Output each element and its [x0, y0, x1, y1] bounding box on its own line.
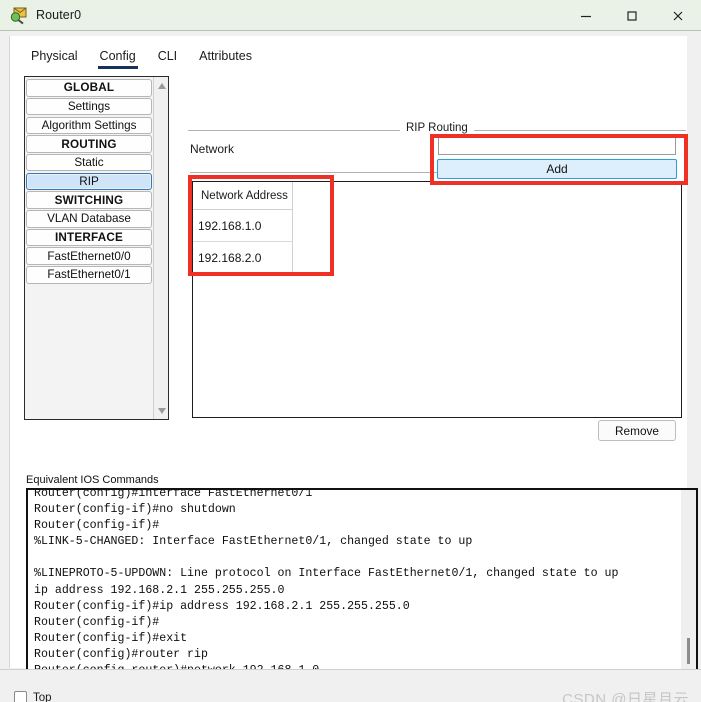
ios-console-scroll-thumb[interactable]	[687, 638, 690, 664]
sidebar-item-fastethernet0-0[interactable]: FastEthernet0/0	[26, 247, 152, 265]
close-icon[interactable]	[655, 0, 701, 31]
ios-line: Router(config)#interface FastEthernet0/1	[34, 488, 313, 500]
add-button-label: Add	[546, 162, 568, 176]
rip-routing-title: RIP Routing	[400, 122, 474, 134]
ios-line: Router(config-if)#ip address 192.168.2.1…	[34, 599, 410, 613]
tab-attributes[interactable]: Attributes	[188, 47, 263, 70]
remove-button-label: Remove	[615, 423, 659, 438]
top-checkbox-label: Top	[33, 691, 52, 702]
sidebar-item-routing[interactable]: ROUTING	[26, 135, 152, 153]
window-controls	[563, 0, 701, 31]
content-frame: Physical Config CLI Attributes GLOBAL Se…	[9, 36, 698, 691]
tab-physical[interactable]: Physical	[20, 47, 89, 70]
sidebar-item-label: Algorithm Settings	[41, 118, 137, 132]
sidebar-item-settings[interactable]: Settings	[26, 97, 152, 116]
ios-line: Router(config-if)#	[34, 615, 160, 629]
checkbox-box-icon[interactable]	[14, 691, 27, 702]
column-header-network-address: Network Address	[193, 182, 293, 210]
sidebar-item-label: VLAN Database	[47, 212, 131, 226]
rip-routing-group: RIP Routing Network Add Network Address …	[188, 122, 686, 418]
tab-physical-label: Physical	[31, 49, 78, 63]
tab-bar: Physical Config CLI Attributes	[20, 42, 263, 70]
window-titlebar: Router0	[0, 0, 701, 31]
sidebar-item-global[interactable]: GLOBAL	[26, 79, 152, 97]
ios-console-scrollbar[interactable]	[681, 490, 696, 689]
top-checkbox[interactable]: Top	[14, 691, 52, 702]
network-input[interactable]	[438, 135, 676, 155]
sidebar-item-label: GLOBAL	[63, 81, 115, 95]
sidebar-item-label: Static	[74, 156, 104, 170]
scroll-down-arrow-icon[interactable]	[154, 403, 169, 418]
sidebar-item-algorithm-settings[interactable]: Algorithm Settings	[26, 116, 152, 135]
ios-line: Router(config-if)#	[34, 519, 160, 533]
sidebar-item-static[interactable]: Static	[26, 153, 152, 172]
table-row[interactable]: 192.168.2.0	[193, 242, 293, 274]
ios-line: %LINK-5-CHANGED: Interface FastEthernet0…	[34, 535, 473, 549]
config-sidebar: GLOBAL Settings Algorithm Settings ROUTI…	[24, 76, 169, 420]
ios-line: Router(config-if)#exit	[34, 631, 188, 645]
sidebar-item-label: ROUTING	[61, 137, 117, 151]
router-config-window: Router0 Physical Config CLI Attributes G…	[0, 0, 701, 702]
window-body: Physical Config CLI Attributes GLOBAL Se…	[0, 31, 701, 702]
add-button[interactable]: Add	[437, 159, 677, 179]
window-footer: Top CSDN @日星月云	[0, 669, 701, 702]
sidebar-item-label: INTERFACE	[54, 230, 124, 244]
sidebar-item-interface[interactable]: INTERFACE	[26, 228, 152, 247]
ios-line: Router(config)#router rip	[34, 647, 208, 661]
ios-commands-text: Router(config)#interface FastEthernet0/1…	[28, 488, 682, 689]
tab-cli-label: CLI	[157, 49, 178, 63]
sidebar-item-label: FastEthernet0/1	[47, 268, 131, 282]
tab-config-label: Config	[99, 49, 136, 63]
minimize-icon[interactable]	[563, 0, 609, 31]
watermark: CSDN @日星月云	[562, 691, 689, 702]
sidebar-item-label: FastEthernet0/0	[47, 249, 131, 263]
tab-cli[interactable]: CLI	[147, 47, 188, 70]
config-sidebar-list: GLOBAL Settings Algorithm Settings ROUTI…	[25, 77, 153, 419]
sidebar-item-label: RIP	[79, 174, 99, 188]
sidebar-item-label: SWITCHING	[54, 193, 124, 207]
sidebar-item-label: Settings	[67, 100, 111, 114]
sidebar-item-switching[interactable]: SWITCHING	[26, 191, 152, 209]
table-row[interactable]: 192.168.1.0	[193, 210, 293, 242]
ios-line: Router(config-if)#no shutdown	[34, 503, 236, 517]
sidebar-scrollbar[interactable]	[153, 77, 168, 419]
network-label: Network	[190, 142, 235, 156]
sidebar-item-fastethernet0-1[interactable]: FastEthernet0/1	[26, 266, 152, 284]
tab-config[interactable]: Config	[89, 47, 147, 70]
tab-attributes-label: Attributes	[199, 49, 252, 63]
ios-line	[34, 550, 676, 566]
scroll-up-arrow-icon[interactable]	[154, 78, 169, 93]
network-address-table: Network Address 192.168.1.0 192.168.2.0	[192, 181, 682, 418]
ios-commands-console[interactable]: Router(config)#interface FastEthernet0/1…	[26, 488, 698, 691]
network-address-column: Network Address 192.168.1.0 192.168.2.0	[193, 182, 293, 274]
packet-tracer-icon	[9, 5, 29, 25]
window-title: Router0	[36, 8, 82, 22]
maximize-icon[interactable]	[609, 0, 655, 31]
ios-commands-label: Equivalent IOS Commands	[26, 474, 159, 486]
remove-button[interactable]: Remove	[598, 420, 676, 441]
sidebar-item-vlan-database[interactable]: VLAN Database	[26, 210, 152, 228]
group-separator	[190, 172, 445, 173]
sidebar-item-rip[interactable]: RIP	[26, 172, 152, 191]
ios-line: %LINEPROTO-5-UPDOWN: Line protocol on In…	[34, 567, 619, 581]
ios-line: ip address 192.168.2.1 255.255.255.0	[34, 583, 285, 597]
